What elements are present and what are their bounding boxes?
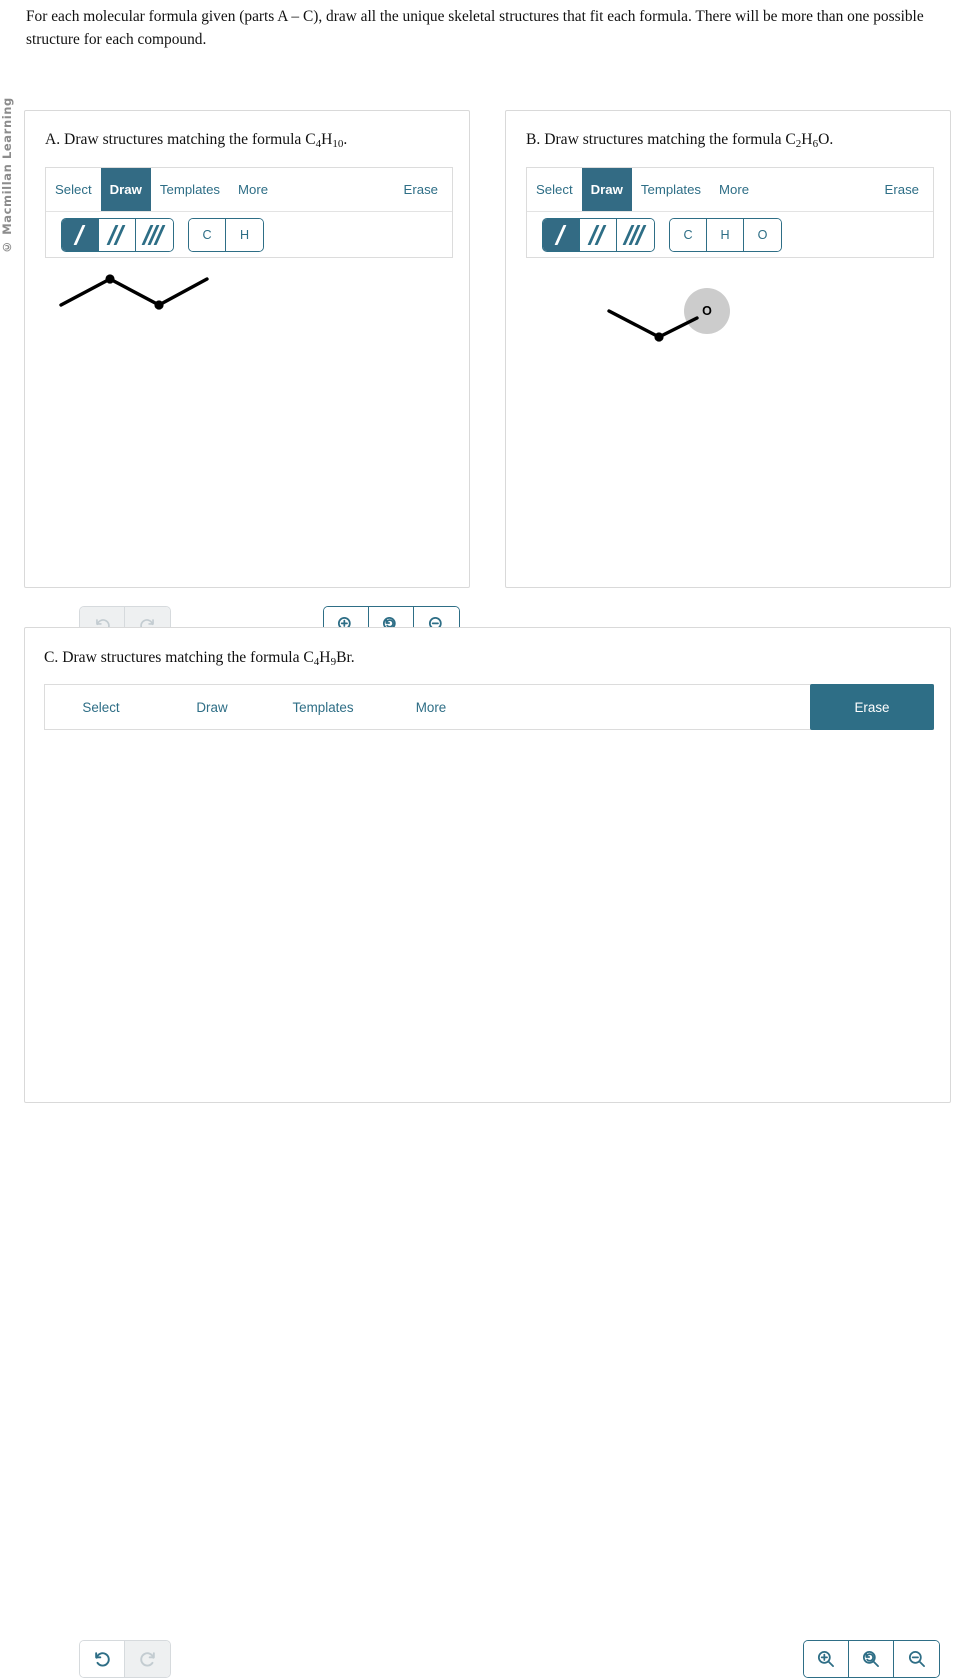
tab-draw-a[interactable]: Draw [100, 168, 151, 211]
atom-button-c-a[interactable]: C [189, 219, 226, 251]
erase-button-a[interactable]: Erase [390, 168, 452, 211]
triple-bond-icon [141, 225, 166, 245]
zoom-out-icon [908, 1650, 925, 1667]
copyright-watermark: © Macmillan Learning [0, 97, 14, 254]
bond-chain-a [59, 277, 209, 307]
erase-button-c[interactable]: Erase [810, 684, 934, 730]
atom-group-b: C H O [669, 218, 782, 252]
triple-bond-icon-button-b[interactable] [617, 219, 654, 251]
molecule-editor-c: Select Draw Templates More Erase [44, 684, 934, 730]
single-bond-icon-button-b[interactable] [543, 219, 580, 251]
undo-redo-group-c [79, 1640, 171, 1678]
editor-a-toolrow: C H [46, 212, 452, 258]
structure-drawing-b: O [607, 288, 730, 342]
question-prompt: For each molecular formula given (parts … [26, 8, 924, 49]
zoom-in-button-c[interactable] [804, 1641, 849, 1677]
tab-templates-b[interactable]: Templates [632, 168, 710, 211]
zoom-reset-button-c[interactable] [849, 1641, 894, 1677]
bond-chain-b [607, 309, 699, 339]
atom-button-c-b[interactable]: C [670, 219, 707, 251]
editor-a-tabbar: Select Draw Templates More Erase [46, 168, 452, 212]
undo-button-c[interactable] [80, 1641, 125, 1677]
redo-icon [139, 1652, 155, 1667]
atom-button-h-b[interactable]: H [707, 219, 744, 251]
molecule-editor-b: Select Draw Templates More Erase C H O [526, 167, 934, 258]
zoom-reset-icon [862, 1650, 879, 1667]
tab-select-b[interactable]: Select [527, 168, 582, 211]
single-bond-icon [550, 225, 572, 245]
atom-button-h-a[interactable]: H [226, 219, 263, 251]
panel-a-title: A. Draw structures matching the formula … [45, 131, 348, 151]
editor-b-toolrow: C H O [527, 212, 933, 258]
panel-c-title: C. Draw structures matching the formula … [44, 649, 355, 669]
drawing-canvas-b[interactable]: O [527, 259, 933, 589]
tabbar-spacer-c [483, 685, 810, 729]
triple-bond-icon-button-a[interactable] [136, 219, 173, 251]
double-bond-icon [587, 225, 609, 245]
panel-part-c: C. Draw structures matching the formula … [24, 627, 951, 1678]
tab-more-c[interactable]: More [379, 685, 483, 729]
zoom-group-c [803, 1640, 940, 1678]
tab-select-a[interactable]: Select [46, 168, 101, 211]
tab-select-c[interactable]: Select [45, 685, 157, 729]
tab-templates-a[interactable]: Templates [151, 168, 229, 211]
bond-type-group-b [542, 218, 655, 252]
panel-b-title: B. Draw structures matching the formula … [526, 131, 834, 151]
double-bond-icon-button-b[interactable] [580, 219, 617, 251]
structure-drawing-c [45, 731, 933, 1061]
double-bond-icon-button-a[interactable] [99, 219, 136, 251]
vertex-dot [154, 300, 164, 310]
tab-templates-c[interactable]: Templates [267, 685, 379, 729]
editor-c-tabbar: Select Draw Templates More Erase [45, 684, 934, 730]
undo-icon [95, 1652, 110, 1667]
single-bond-icon [69, 225, 91, 245]
redo-button-c[interactable] [125, 1641, 170, 1677]
atom-group-a: C H [188, 218, 264, 252]
atom-label-o: O [702, 304, 712, 318]
zoom-in-icon [817, 1650, 834, 1667]
structure-drawing-a [59, 274, 209, 310]
single-bond-icon-button-a[interactable] [62, 219, 99, 251]
tab-draw-b[interactable]: Draw [581, 168, 632, 211]
tabbar-spacer-a [277, 168, 389, 211]
vertex-dot [654, 332, 664, 342]
tab-more-a[interactable]: More [229, 168, 277, 211]
double-bond-icon [106, 225, 128, 245]
atom-button-o-b[interactable]: O [744, 219, 781, 251]
triple-bond-icon [622, 225, 647, 245]
erase-button-b[interactable]: Erase [871, 168, 933, 211]
editor-b-tabbar: Select Draw Templates More Erase [527, 168, 933, 212]
drawing-canvas-c[interactable] [45, 731, 933, 1061]
bond-type-group-a [61, 218, 174, 252]
tabbar-spacer-b [758, 168, 870, 211]
panel-part-a: A. Draw structures matching the formula … [24, 110, 470, 644]
panel-part-b: B. Draw structures matching the formula … [505, 110, 951, 588]
vertex-dot [105, 274, 115, 284]
drawing-canvas-a[interactable] [46, 259, 452, 589]
molecule-editor-a: Select Draw Templates More Erase C H [45, 167, 453, 258]
tab-more-b[interactable]: More [710, 168, 758, 211]
zoom-out-button-c[interactable] [894, 1641, 939, 1677]
tab-draw-c[interactable]: Draw [157, 685, 267, 729]
